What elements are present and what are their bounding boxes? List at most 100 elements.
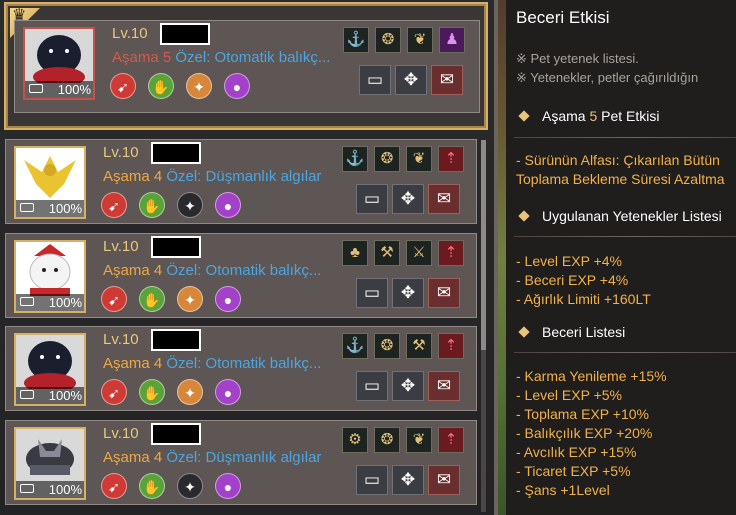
feed-button[interactable]: ▭ <box>356 278 388 308</box>
pet-card[interactable]: 100% Lv.10 Aşama 4 Özel: Otomatik balıkç… <box>5 326 477 411</box>
loot-skill-icon: ● <box>215 473 241 499</box>
paw-button[interactable]: ✥ <box>392 465 424 495</box>
hunger-percent: 100% <box>16 294 84 311</box>
alpha-effect-line: - Sürünün Alfası: Çıkarılan Bütün <box>516 152 720 168</box>
background-strip <box>498 0 506 515</box>
pet-portrait: 100% <box>14 333 86 406</box>
black-dog-portrait-icon <box>24 341 76 393</box>
alpha-effect-line: Toplama Bekleme Süresi Azaltma <box>516 171 725 187</box>
panel-title: Beceri Etkisi <box>516 8 610 27</box>
pet-name-redacted <box>151 236 201 258</box>
gather-skill-icon: ✋ <box>148 73 174 99</box>
hunger-percent: 100% <box>16 387 84 404</box>
gather-skill-icon: ✋ <box>139 473 165 499</box>
golden-dragon-portrait-icon <box>24 156 76 198</box>
skill-list-line: - Balıkçılık EXP +20% <box>516 425 653 441</box>
feed-button[interactable]: ▭ <box>356 465 388 495</box>
pet-card[interactable]: 100% Lv.10 Aşama 4 Özel: Düşmanlık algıl… <box>5 420 477 505</box>
hunt-skill-icon: ➹ <box>101 286 127 312</box>
pet-name-redacted <box>151 423 201 445</box>
weight-skill-icon: ⇡ <box>438 333 464 359</box>
skill-list-line: - Avcılık EXP +15% <box>516 444 637 460</box>
pet-portrait: 100% <box>14 427 86 500</box>
pet-portrait: 100% <box>14 146 86 219</box>
note-line: ※ Pet yetenek listesi. <box>516 51 639 66</box>
divider-line <box>514 236 736 237</box>
pickaxe-skill-icon: ⚒ <box>406 333 432 359</box>
skill-list-line: - Karma Yenileme +15% <box>516 368 667 384</box>
hunt-skill-icon: ➹ <box>101 473 127 499</box>
wagon-skill-icon: ⚙ <box>342 427 368 453</box>
karma-skill-icon: ♟ <box>439 27 465 53</box>
diamond-icon <box>518 210 530 222</box>
pet-level: Lv.10 <box>103 238 139 255</box>
weight-skill-icon: ⇡ <box>438 146 464 172</box>
compass-skill-icon: ✦ <box>177 192 203 218</box>
pet-card-inner: 100% Lv.10 Aşama 5 Özel: Otomatik balıkç… <box>14 20 480 113</box>
loot-skill-icon: ● <box>224 73 250 99</box>
pet-name-redacted <box>160 23 210 45</box>
seal-button[interactable]: ✉ <box>431 65 463 95</box>
fishing-skill-icon: ⚓ <box>342 333 368 359</box>
pet-stage: Aşama 4 Özel: Düşmanlık algılar <box>103 168 322 185</box>
seal-button[interactable]: ✉ <box>428 371 460 401</box>
applied-skill-line: - Beceri EXP +4% <box>516 272 629 288</box>
seal-button[interactable]: ✉ <box>428 465 460 495</box>
skill-effect-panel: Beceri Etkisi ※ Pet yetenek listesi. ※ Y… <box>498 0 736 515</box>
pet-level: Lv.10 <box>103 144 139 161</box>
scrollbar-thumb[interactable] <box>481 140 486 350</box>
pet-level: Lv.10 <box>103 425 139 442</box>
pet-card[interactable]: 100% Lv.10 Aşama 4 Özel: Otomatik balıkç… <box>5 233 477 318</box>
hive-skill-icon: ❂ <box>374 146 400 172</box>
pet-portrait: 100% <box>23 27 95 100</box>
skill-list-line: - Toplama EXP +10% <box>516 406 649 422</box>
loot-skill-icon: ● <box>215 286 241 312</box>
section-stage-effect: Aşama 5 Pet Etkisi <box>516 108 660 124</box>
paw-button[interactable]: ✥ <box>395 65 427 95</box>
gather-skill-icon: ✋ <box>139 192 165 218</box>
pet-stage: Aşama 5 Özel: Otomatik balıkç... <box>112 49 331 66</box>
feed-button[interactable]: ▭ <box>356 371 388 401</box>
feed-button[interactable]: ▭ <box>359 65 391 95</box>
compass-skill-icon: ✦ <box>177 473 203 499</box>
pet-portrait: 100% <box>14 240 86 313</box>
hunger-percent: 100% <box>25 81 93 98</box>
compass-skill-icon: ✦ <box>177 286 203 312</box>
pet-stage: Aşama 4 Özel: Düşmanlık algılar <box>103 449 322 466</box>
white-dog-santa-portrait-icon <box>29 244 71 296</box>
hunt-skill-icon: ➹ <box>110 73 136 99</box>
applied-skill-line: - Level EXP +4% <box>516 253 622 269</box>
compass-skill-icon: ✦ <box>186 73 212 99</box>
hunt-skill-icon: ➹ <box>101 379 127 405</box>
hunger-percent: 100% <box>16 200 84 217</box>
wing-skill-icon: ❦ <box>406 427 432 453</box>
pet-card[interactable]: 100% Lv.10 Aşama 4 Özel: Düşmanlık algıl… <box>5 139 477 224</box>
pet-level: Lv.10 <box>103 331 139 348</box>
pickaxe-skill-icon: ⚒ <box>374 240 400 266</box>
scrollbar[interactable] <box>481 140 486 512</box>
feed-button[interactable]: ▭ <box>356 184 388 214</box>
weight-skill-icon: ⇡ <box>438 240 464 266</box>
pet-stage: Aşama 4 Özel: Otomatik balıkç... <box>103 262 322 279</box>
note-line: ※ Yetenekler, petler çağırıldığın <box>516 70 699 85</box>
armored-wolf-portrait-icon <box>26 439 74 475</box>
loot-skill-icon: ● <box>215 379 241 405</box>
pet-card-selected[interactable]: ♛ 100% Lv.10 Aşama 5 Özel: Otomatik balı… <box>4 2 488 130</box>
skill-list-line: - Ticaret EXP +5% <box>516 463 631 479</box>
paw-button[interactable]: ✥ <box>392 278 424 308</box>
pet-level: Lv.10 <box>112 25 148 42</box>
weight-skill-icon: ⇡ <box>438 427 464 453</box>
diamond-icon <box>518 326 530 338</box>
axe-skill-icon: ⚔ <box>406 240 432 266</box>
applied-skill-line: - Ağırlık Limiti +160LT <box>516 291 651 307</box>
skill-list-line: - Level EXP +5% <box>516 387 622 403</box>
divider-line <box>514 137 736 138</box>
seal-button[interactable]: ✉ <box>428 184 460 214</box>
hunt-skill-icon: ➹ <box>101 192 127 218</box>
hive-skill-icon: ❂ <box>375 27 401 53</box>
hunger-percent: 100% <box>16 481 84 498</box>
paw-button[interactable]: ✥ <box>392 371 424 401</box>
paw-button[interactable]: ✥ <box>392 184 424 214</box>
seal-button[interactable]: ✉ <box>428 278 460 308</box>
black-dog-portrait-icon <box>33 35 85 87</box>
